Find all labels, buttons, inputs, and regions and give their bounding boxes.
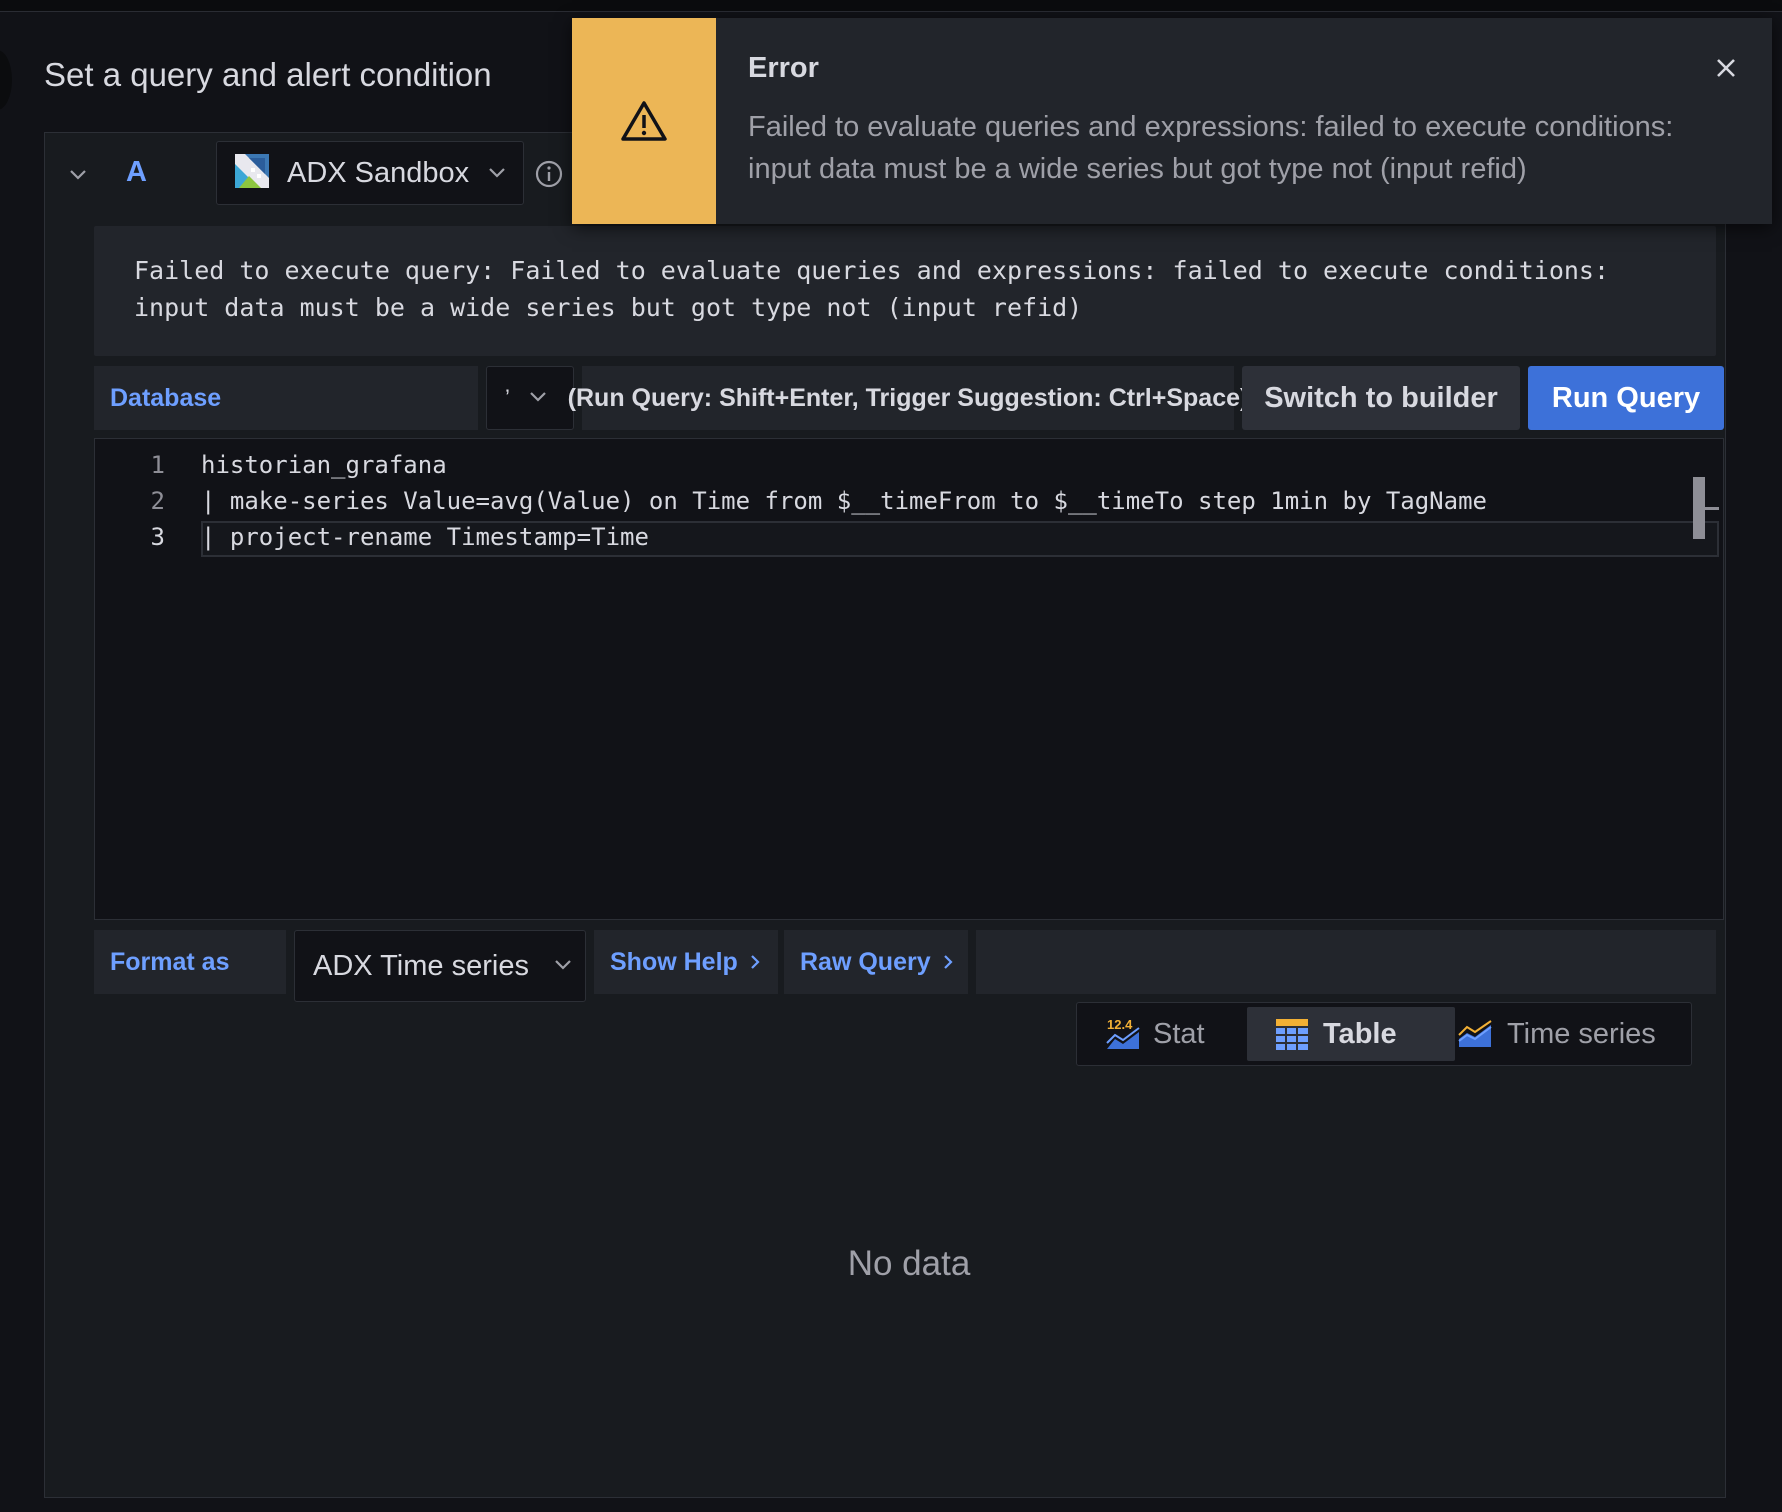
top-border — [0, 0, 1782, 12]
query-error-text: Failed to execute query: Failed to evalu… — [134, 256, 1625, 322]
viz-option-label: Stat — [1153, 1017, 1205, 1050]
error-toast: Error Failed to evaluate queries and exp… — [572, 18, 1772, 224]
viz-option-time-series[interactable]: Time series — [1457, 1007, 1677, 1061]
collapse-chevron-icon[interactable] — [60, 157, 96, 193]
toast-icon-area — [572, 18, 716, 224]
toast-title: Error — [748, 52, 819, 84]
database-select[interactable]: ’ — [486, 366, 574, 430]
visualization-switcher: 12.4 Stat Table Time series — [1076, 1002, 1692, 1066]
raw-query-label: Raw Query — [800, 947, 931, 976]
code-line: | project-rename Timestamp=Time — [201, 523, 649, 551]
options-spacer — [976, 930, 1716, 994]
close-icon[interactable] — [1708, 50, 1744, 86]
stat-icon: 12.4 — [1105, 1017, 1141, 1051]
viz-option-label: Table — [1323, 1017, 1397, 1050]
time-series-icon — [1457, 1019, 1493, 1049]
line-number: 2 — [150, 487, 165, 515]
scrollbar-marker — [1705, 507, 1719, 510]
viz-option-table[interactable]: Table — [1247, 1007, 1455, 1061]
show-help-label: Show Help — [610, 947, 738, 976]
raw-query-button[interactable]: Raw Query — [784, 930, 968, 994]
chevron-right-icon — [750, 954, 760, 970]
no-data-text: No data — [847, 1244, 971, 1283]
chevron-down-icon — [555, 957, 571, 975]
info-icon[interactable] — [534, 159, 564, 189]
database-value: ’ — [505, 385, 510, 410]
viz-option-stat[interactable]: 12.4 Stat — [1105, 1007, 1235, 1061]
chevron-right-icon — [943, 954, 953, 970]
viz-option-label: Time series — [1507, 1017, 1656, 1050]
format-as-label: Format as — [94, 930, 286, 994]
switch-to-builder-button[interactable]: Switch to builder — [1242, 366, 1520, 430]
editor-scrollbar[interactable] — [1693, 477, 1705, 539]
warning-icon — [620, 99, 668, 143]
format-select[interactable]: ADX Time series — [294, 930, 586, 1002]
table-icon — [1275, 1017, 1309, 1051]
query-ref-id[interactable]: A — [126, 156, 147, 189]
run-query-button[interactable]: Run Query — [1528, 366, 1724, 430]
toast-message: Failed to evaluate queries and expressio… — [748, 111, 1674, 185]
code-line: | make-series Value=avg(Value) on Time f… — [201, 487, 1487, 515]
chevron-down-icon — [530, 389, 546, 407]
datasource-name: ADX Sandbox — [287, 156, 470, 189]
side-handle — [0, 50, 12, 110]
show-help-button[interactable]: Show Help — [594, 930, 778, 994]
database-label: Database — [94, 366, 478, 430]
line-number: 1 — [150, 451, 165, 479]
datasource-picker[interactable]: ADX Sandbox — [216, 141, 524, 205]
shortcut-hint: (Run Query: Shift+Enter, Trigger Suggest… — [568, 366, 1248, 430]
code-line: historian_grafana — [201, 451, 447, 479]
line-number-active: 3 — [150, 523, 165, 551]
chevron-down-icon — [489, 168, 505, 178]
page-title: Set a query and alert condition — [44, 56, 492, 93]
stat-icon-badge: 12.4 — [1107, 1017, 1133, 1032]
adx-logo-icon — [235, 153, 269, 193]
query-editor[interactable]: 1 2 3 historian_grafana | make-series Va… — [94, 438, 1724, 920]
format-value: ADX Time series — [313, 949, 529, 982]
